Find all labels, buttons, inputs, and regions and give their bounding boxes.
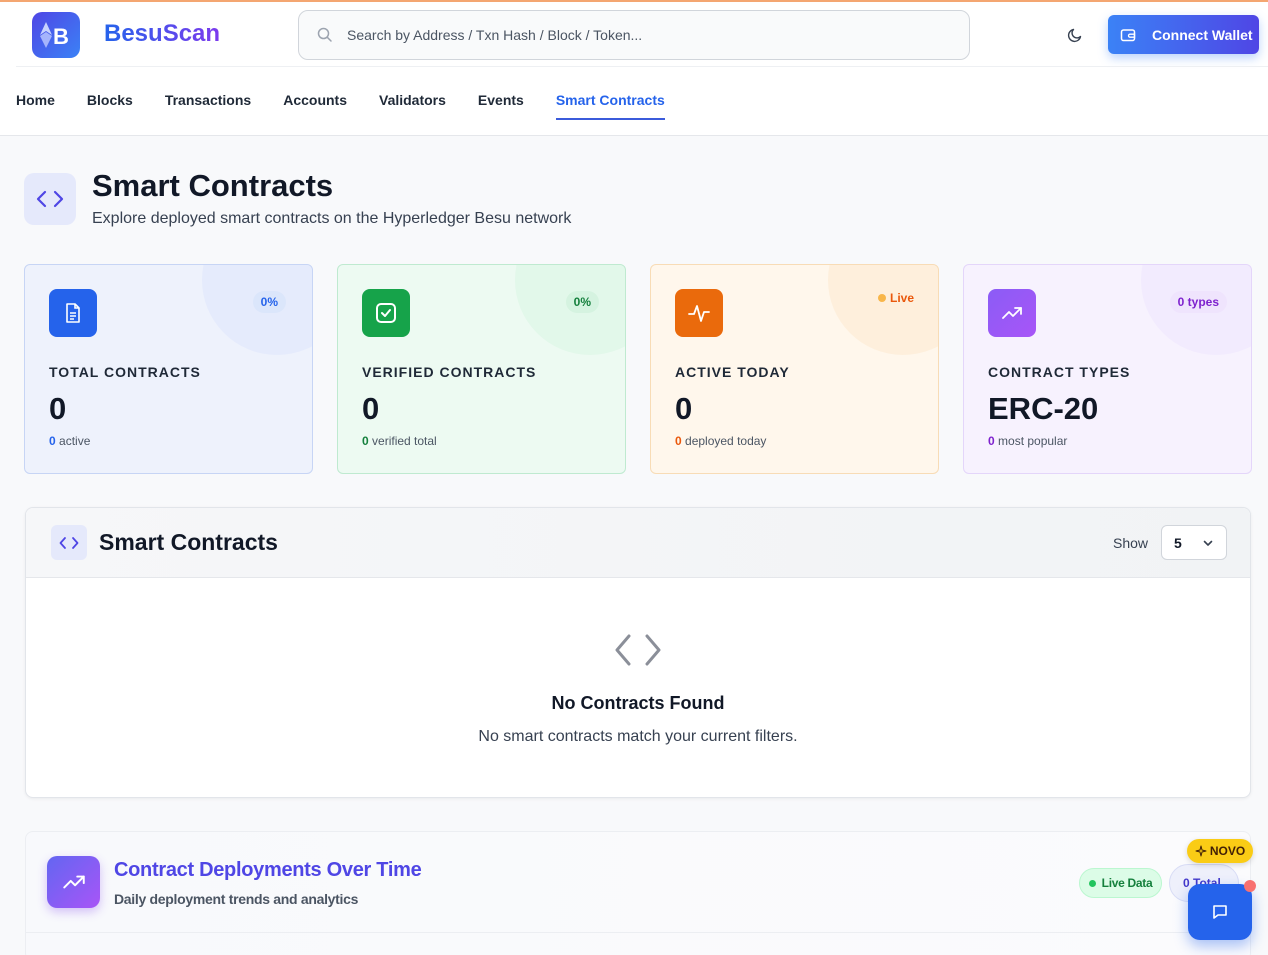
ethereum-b-logo-icon: B [40, 22, 69, 49]
app-logo[interactable]: B [32, 12, 80, 58]
nav-item-blocks[interactable]: Blocks [87, 92, 133, 120]
stat-foot-text: active [55, 434, 91, 448]
main-nav: Home Blocks Transactions Accounts Valida… [16, 92, 697, 120]
stat-value: 0 [49, 391, 67, 426]
live-dot [877, 294, 886, 302]
wallet-icon [1120, 28, 1136, 41]
stat-foot-text: deployed today [681, 434, 767, 448]
page-icon [24, 173, 76, 225]
stat-foot-value: 0 [988, 434, 995, 448]
page-title: Smart Contracts [92, 168, 334, 203]
activity-icon [688, 305, 710, 322]
contracts-panel: Smart Contracts Show 5 No Contracts Foun… [25, 507, 1251, 798]
stat-foot-value: 0 [362, 434, 369, 448]
nav-item-accounts[interactable]: Accounts [283, 92, 347, 120]
nav-item-home[interactable]: Home [16, 92, 55, 120]
stat-card-active-today: Live ACTIVE TODAY 0 0 deployed today [650, 264, 939, 474]
stat-footnote: 0 deployed today [675, 434, 766, 448]
stat-foot-text: most popular [994, 434, 1068, 448]
stat-badge: 0 types [1169, 291, 1227, 313]
deployments-divider [26, 932, 1250, 933]
contracts-panel-title: Smart Contracts [99, 529, 278, 555]
stat-badge: 0% [252, 291, 286, 313]
chevron-down-icon [1203, 540, 1213, 546]
stat-badge: 0% [565, 291, 599, 313]
stat-value: 0 [362, 391, 380, 426]
check-square-icon [376, 303, 396, 323]
nav-item-smart-contracts[interactable]: Smart Contracts [555, 92, 665, 120]
live-badge: Live [877, 291, 914, 305]
document-icon [66, 303, 80, 323]
page-subtitle: Explore deployed smart contracts on the … [92, 210, 572, 227]
nav-item-events[interactable]: Events [478, 92, 524, 120]
empty-state-icon [614, 632, 662, 673]
contracts-panel-header: Smart Contracts Show 5 [26, 508, 1250, 578]
code-icon [36, 190, 64, 208]
stat-value: ERC-20 [988, 391, 1099, 426]
chat-icon [1213, 905, 1227, 919]
search-icon [317, 27, 332, 42]
stat-label: VERIFIED CONTRACTS [362, 364, 537, 380]
deployments-title: Contract Deployments Over Time [114, 859, 422, 881]
live-data-label: Live Data [1101, 876, 1153, 890]
code-icon [59, 536, 79, 549]
connect-wallet-button[interactable]: Connect Wallet [1108, 15, 1259, 54]
stat-foot-value: 0 [49, 434, 56, 448]
new-badge: NOVO [1187, 839, 1253, 863]
deployments-icon-box [47, 856, 100, 908]
chat-button[interactable] [1188, 884, 1252, 940]
stat-label: TOTAL CONTRACTS [49, 364, 201, 380]
connect-wallet-label: Connect Wallet [1152, 26, 1253, 43]
stat-value: 0 [675, 391, 693, 426]
moon-icon [1067, 28, 1082, 43]
stat-foot-text: verified total [368, 434, 437, 448]
page-size-value: 5 [1174, 534, 1182, 551]
live-data-badge: Live Data [1079, 868, 1162, 898]
panel-icon [51, 525, 87, 560]
page-size-select[interactable]: 5 [1161, 525, 1227, 560]
stat-icon [675, 289, 723, 337]
stat-label: CONTRACT TYPES [988, 364, 1131, 380]
stat-footnote: 0 most popular [988, 434, 1067, 448]
live-label: Live [889, 291, 914, 305]
search-input[interactable] [347, 27, 907, 43]
stat-footnote: 0 active [49, 434, 90, 448]
stat-card-total-contracts: 0% TOTAL CONTRACTS 0 0 active [24, 264, 313, 474]
live-dot [1088, 879, 1096, 887]
empty-state-title: No Contracts Found [551, 693, 725, 713]
notification-dot [1244, 880, 1256, 892]
stat-card-verified-contracts: 0% VERIFIED CONTRACTS 0 0 verified total [337, 264, 626, 474]
empty-state-subtitle: No smart contracts match your current fi… [478, 728, 798, 745]
header-divider [16, 66, 1268, 67]
trending-up-icon [62, 875, 85, 889]
stat-footnote: 0 verified total [362, 434, 437, 448]
stat-icon [988, 289, 1036, 337]
stat-foot-value: 0 [675, 434, 682, 448]
trending-up-icon [1002, 307, 1022, 319]
card-decoration [828, 265, 938, 355]
header: B BesuScan Connect Wallet Home Blocks Tr… [0, 2, 1268, 136]
nav-item-transactions[interactable]: Transactions [165, 92, 251, 120]
stat-icon [362, 289, 410, 337]
search-bar[interactable] [298, 10, 970, 60]
new-badge-label: NOVO [1209, 844, 1246, 858]
nav-item-validators[interactable]: Validators [379, 92, 446, 120]
stat-icon [49, 289, 97, 337]
stat-label: ACTIVE TODAY [675, 364, 790, 380]
theme-toggle-button[interactable] [1062, 22, 1088, 48]
sparkle-icon [1195, 845, 1207, 857]
svg-text:B: B [53, 24, 69, 49]
show-label: Show [1113, 535, 1149, 551]
code-icon [615, 634, 661, 666]
deployments-subtitle: Daily deployment trends and analytics [114, 891, 359, 907]
app-name[interactable]: BesuScan [104, 20, 220, 48]
stat-card-contract-types: 0 types CONTRACT TYPES ERC-20 0 most pop… [963, 264, 1252, 474]
deployments-panel: Contract Deployments Over Time Daily dep… [25, 831, 1251, 955]
